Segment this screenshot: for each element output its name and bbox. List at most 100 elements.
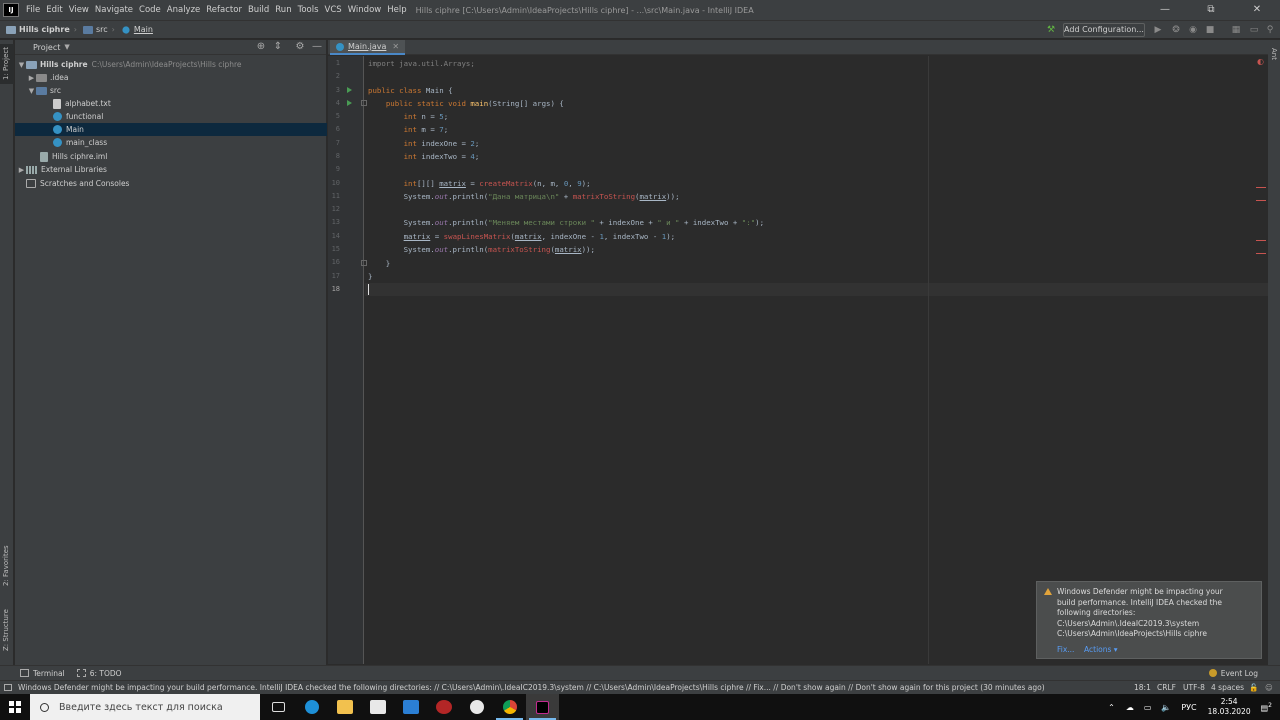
menu-vcs[interactable]: VCS xyxy=(322,0,345,20)
taskbar-whatsapp[interactable] xyxy=(460,694,493,720)
close-window-icon[interactable]: ✕ xyxy=(1234,0,1280,20)
close-tab-icon[interactable]: ✕ xyxy=(392,42,399,51)
status-bar: Windows Defender might be impacting your… xyxy=(0,680,1280,694)
tab-favorites-tool[interactable]: 2: Favorites xyxy=(0,540,14,590)
status-panel-toggle-icon[interactable] xyxy=(4,684,12,691)
keyboard-language[interactable]: РУС xyxy=(1181,703,1196,712)
folder-icon xyxy=(26,60,37,69)
taskbar-intellij[interactable] xyxy=(526,694,559,720)
restore-icon[interactable]: ⧉ xyxy=(1188,0,1234,20)
build-hammer-icon[interactable]: ⚒ xyxy=(1045,24,1057,36)
class-icon xyxy=(53,125,62,134)
tree-item-src[interactable]: ▼ src xyxy=(15,84,327,97)
project-structure-icon[interactable]: ▦ xyxy=(1230,24,1242,36)
add-configuration-button[interactable]: Add Configuration... xyxy=(1063,23,1145,37)
chevron-down-icon[interactable]: ▼ xyxy=(64,43,69,51)
chevron-up-icon[interactable]: ⌃ xyxy=(1108,703,1115,712)
error-stripe-mark[interactable] xyxy=(1256,187,1266,188)
code-editor[interactable] xyxy=(365,56,1268,664)
fold-icon[interactable] xyxy=(361,100,367,106)
coverage-icon[interactable]: ◉ xyxy=(1187,24,1199,36)
tree-item-functional[interactable]: functional xyxy=(15,110,327,123)
network-icon[interactable]: ▭ xyxy=(1144,703,1152,712)
indent-setting[interactable]: 4 spaces xyxy=(1211,681,1244,694)
stop-icon[interactable]: ■ xyxy=(1204,24,1216,36)
notification-fix-link[interactable]: Fix... xyxy=(1057,645,1074,654)
intellij-logo-icon[interactable]: IJ xyxy=(3,3,19,17)
status-message[interactable]: Windows Defender might be impacting your… xyxy=(18,683,1045,692)
menu-help[interactable]: Help xyxy=(384,0,409,20)
taskbar-store[interactable] xyxy=(361,694,394,720)
taskbar-search-box[interactable]: Введите здесь текст для поиска xyxy=(30,694,260,720)
gear-icon[interactable]: ⚙ xyxy=(294,41,306,53)
tree-item-scratches[interactable]: Scratches and Consoles xyxy=(15,177,327,190)
search-everywhere-icon[interactable]: ⚲ xyxy=(1264,24,1276,36)
tab-structure-tool[interactable]: Z: Structure xyxy=(0,605,14,655)
tree-item-project-root[interactable]: ▼ Hills ciphre C:\Users\Admin\IdeaProjec… xyxy=(15,58,327,71)
menu-tools[interactable]: Tools xyxy=(295,0,322,20)
debug-icon[interactable]: ❂ xyxy=(1170,24,1182,36)
breadcrumb-src[interactable]: src › xyxy=(77,25,115,34)
run-icon[interactable]: ▶ xyxy=(1152,24,1164,36)
tree-item-alphabet[interactable]: alphabet.txt xyxy=(15,97,327,110)
error-stripe-mark[interactable] xyxy=(1256,240,1266,241)
presentation-icon[interactable]: ▭ xyxy=(1248,24,1260,36)
minimize-icon[interactable]: — xyxy=(1142,0,1188,20)
menu-code[interactable]: Code xyxy=(136,0,164,20)
menu-build[interactable]: Build xyxy=(245,0,272,20)
taskbar-edge[interactable] xyxy=(295,694,328,720)
tab-project-tool[interactable]: 1: Project xyxy=(0,44,14,84)
chevron-down-icon[interactable]: ▼ xyxy=(27,87,36,95)
menu-run[interactable]: Run xyxy=(272,0,294,20)
volume-icon[interactable]: 🔈 xyxy=(1161,703,1171,712)
menu-navigate[interactable]: Navigate xyxy=(92,0,136,20)
menu-edit[interactable]: Edit xyxy=(43,0,65,20)
tab-main-java[interactable]: Main.java ✕ xyxy=(330,40,406,55)
chevron-right-icon[interactable]: ▶ xyxy=(17,166,26,174)
error-stripe-mark[interactable] xyxy=(1256,253,1266,254)
menu-analyze[interactable]: Analyze xyxy=(164,0,204,20)
menu-window[interactable]: Window xyxy=(345,0,385,20)
todo-tool-button[interactable]: 6: TODO xyxy=(76,669,122,678)
run-main-icon[interactable] xyxy=(347,100,352,106)
tree-item-external-libraries[interactable]: ▶ External Libraries xyxy=(15,163,327,176)
inspector-icon[interactable]: ☺ xyxy=(1265,681,1273,694)
task-view-button[interactable] xyxy=(262,694,295,720)
tree-item-idea[interactable]: ▶ .idea xyxy=(15,71,327,84)
line-separator[interactable]: CRLF xyxy=(1157,681,1176,694)
taskbar-mail[interactable] xyxy=(394,694,427,720)
collapse-all-icon[interactable]: ⇕ xyxy=(272,41,284,53)
chevron-down-icon[interactable]: ▼ xyxy=(17,61,26,69)
tree-item-iml[interactable]: Hills ciphre.iml xyxy=(15,150,327,163)
menu-file[interactable]: File xyxy=(23,0,43,20)
run-class-icon[interactable] xyxy=(347,87,352,93)
cloud-icon[interactable]: ☁ xyxy=(1126,703,1134,712)
menu-view[interactable]: View xyxy=(66,0,92,20)
event-log-button[interactable]: Event Log xyxy=(1208,669,1258,678)
error-stripe-mark[interactable] xyxy=(1256,200,1266,201)
clock[interactable]: 2:54 18.03.2020 xyxy=(1208,697,1251,717)
taskbar-explorer[interactable] xyxy=(328,694,361,720)
hide-panel-icon[interactable]: — xyxy=(311,41,323,53)
tree-item-main-class[interactable]: main_class xyxy=(15,136,327,149)
start-button[interactable] xyxy=(0,694,30,720)
project-view-selector[interactable]: Project xyxy=(33,43,60,52)
tree-item-main[interactable]: Main xyxy=(15,123,327,136)
caret-position[interactable]: 18:1 xyxy=(1134,681,1151,694)
locate-file-icon[interactable]: ⊕ xyxy=(255,41,267,53)
fold-icon[interactable] xyxy=(361,260,367,266)
action-center-button[interactable]: ▤2 xyxy=(1261,702,1272,713)
breadcrumb-main[interactable]: Main xyxy=(115,25,153,34)
taskbar-chrome[interactable] xyxy=(493,694,526,720)
file-encoding[interactable]: UTF-8 xyxy=(1183,681,1205,694)
lock-icon[interactable]: 🔓 xyxy=(1249,681,1258,694)
notification-actions-link[interactable]: Actions ▾ xyxy=(1084,645,1118,654)
menu-refactor[interactable]: Refactor xyxy=(203,0,245,20)
error-indicator-icon[interactable]: ◐ xyxy=(1257,58,1265,66)
terminal-tool-button[interactable]: Terminal xyxy=(20,669,65,678)
folder-icon xyxy=(82,25,93,34)
tab-ant-tool[interactable]: Ant xyxy=(1268,44,1280,72)
taskbar-app-red[interactable] xyxy=(427,694,460,720)
chevron-right-icon[interactable]: ▶ xyxy=(27,74,36,82)
breadcrumb-project[interactable]: Hills ciphre › xyxy=(0,25,77,34)
